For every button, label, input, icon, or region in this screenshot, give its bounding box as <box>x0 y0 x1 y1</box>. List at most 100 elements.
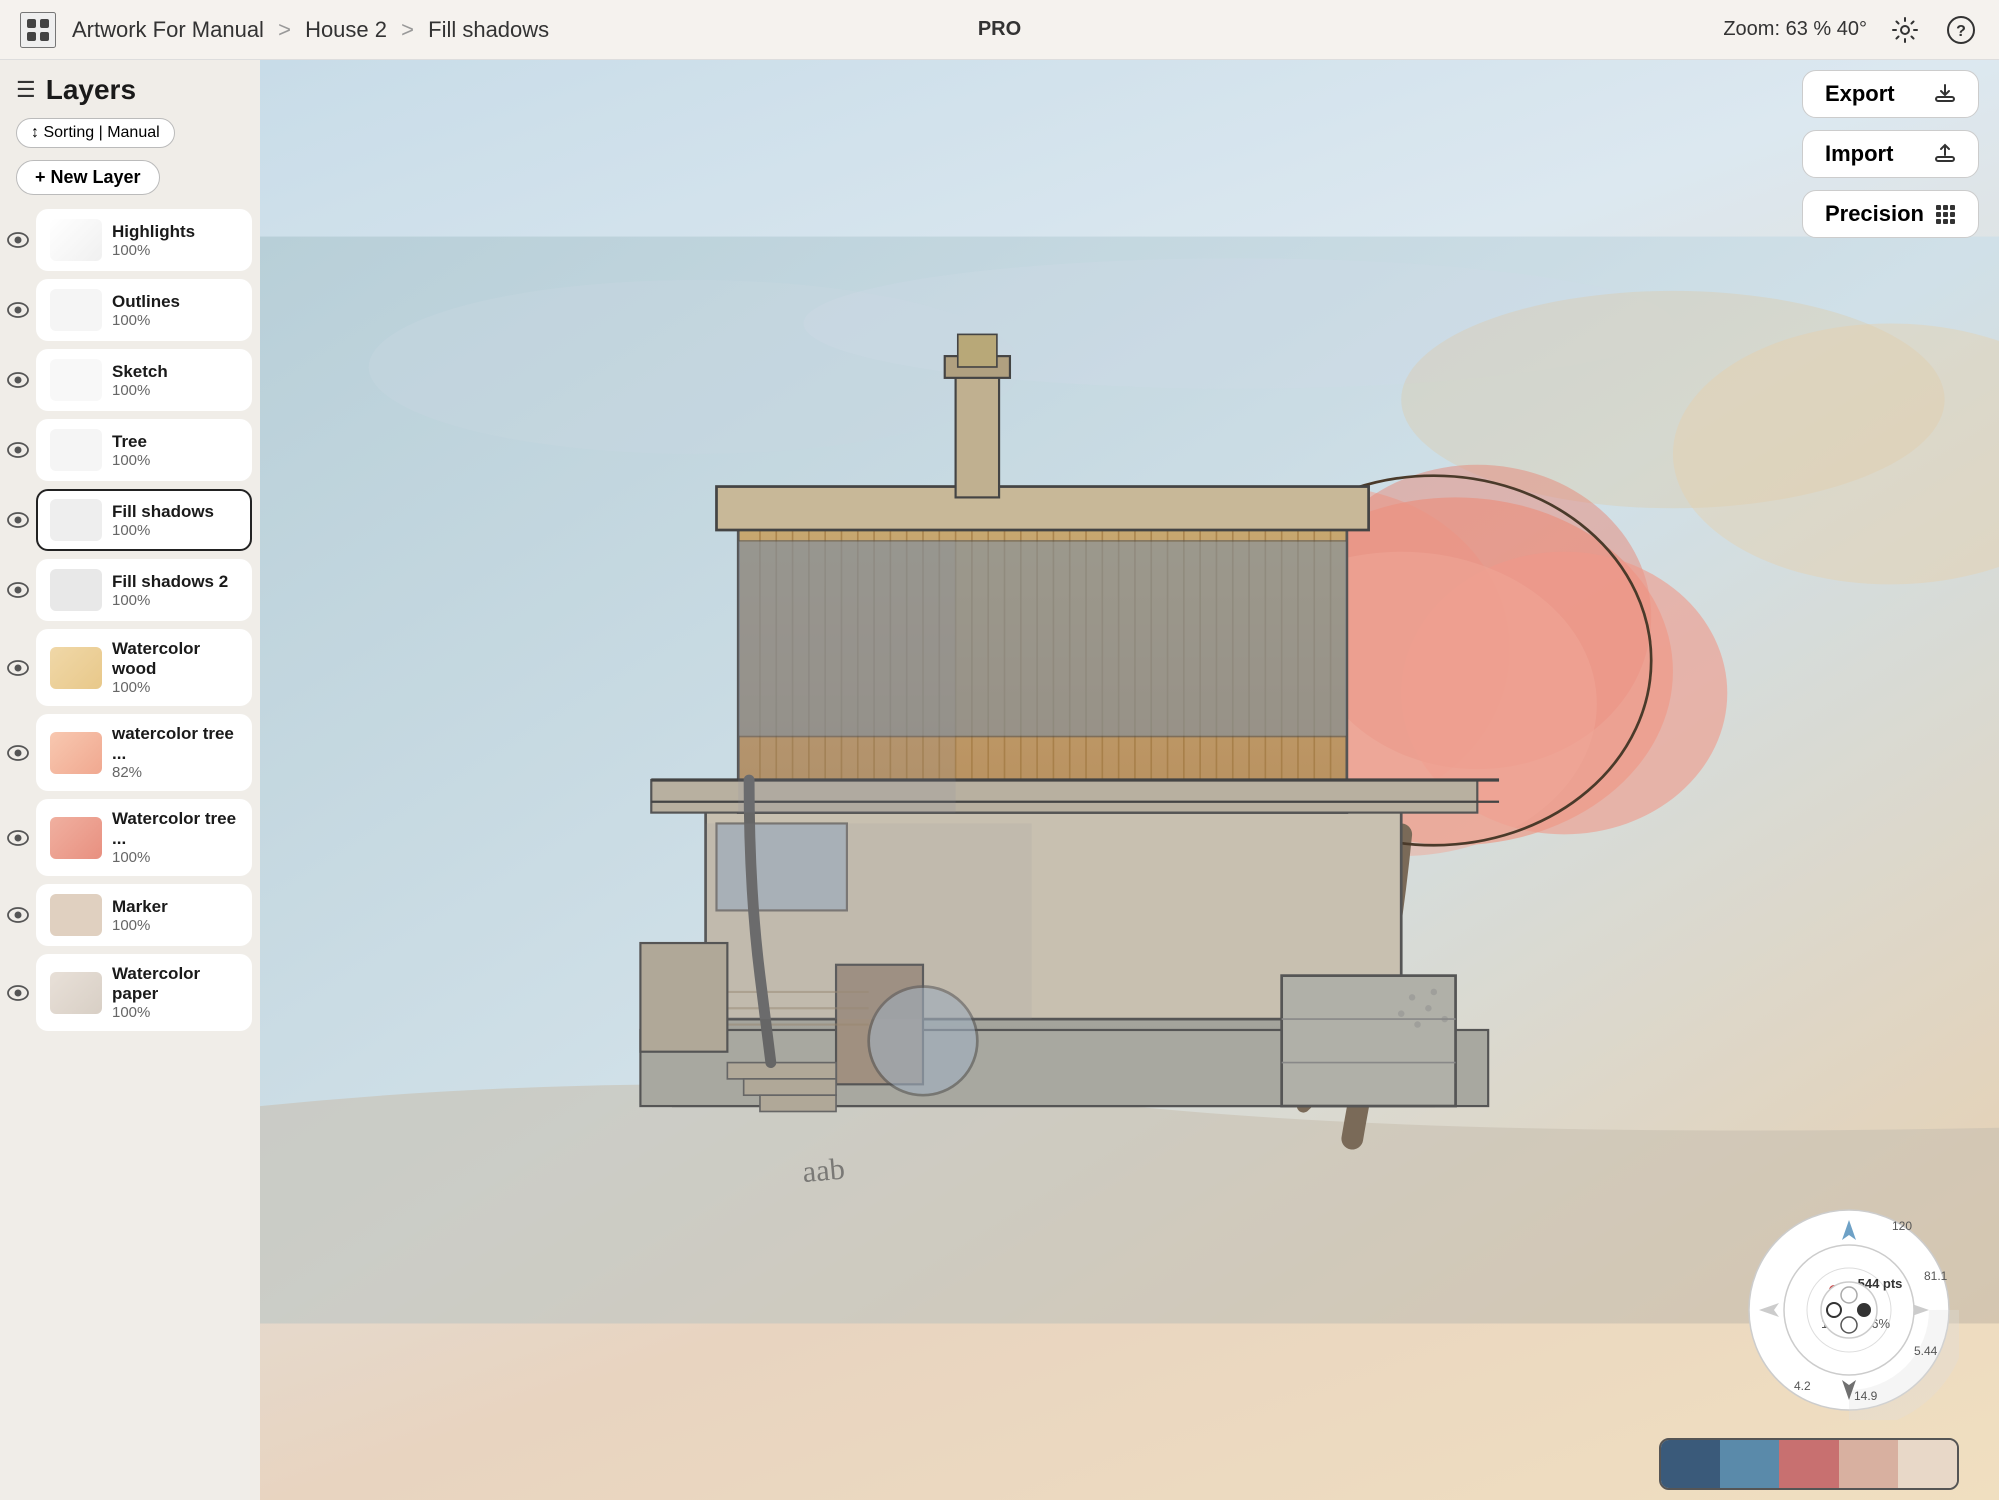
layer-thumb-outlines <box>50 289 102 331</box>
layer-info-watercolortree1: watercolor tree ...82% <box>112 724 238 781</box>
layer-name-sketch: Sketch <box>112 362 238 382</box>
layer-name-outlines: Outlines <box>112 292 238 312</box>
layer-eye-watercolortree2[interactable] <box>0 830 36 846</box>
layer-name-watercolorwood: Watercolor wood <box>112 639 238 679</box>
layer-eye-tree[interactable] <box>0 442 36 458</box>
layer-card-highlights[interactable]: Highlights100% <box>36 209 252 271</box>
layer-eye-watercolorwood[interactable] <box>0 660 36 676</box>
import-button[interactable]: Import <box>1802 130 1979 178</box>
color-swatch-3[interactable] <box>1779 1440 1838 1488</box>
layer-eye-marker[interactable] <box>0 907 36 923</box>
layer-eye-outlines[interactable] <box>0 302 36 318</box>
layer-info-fillshadows2: Fill shadows 2100% <box>112 572 238 609</box>
layer-eye-fillshadows[interactable] <box>0 512 36 528</box>
layer-eye-highlights[interactable] <box>0 232 36 248</box>
layer-thumb-highlights <box>50 219 102 261</box>
layer-eye-watercolortree1[interactable] <box>0 745 36 761</box>
sorting-bar: ↕ Sorting | Manual <box>0 114 260 156</box>
color-swatch-5[interactable] <box>1898 1440 1957 1488</box>
layers-title: Layers <box>46 74 136 106</box>
layer-opacity-fillshadows: 100% <box>112 522 238 539</box>
layer-row-sketch: Sketch100% <box>0 345 260 415</box>
breadcrumb-fill[interactable]: Fill shadows <box>428 17 549 42</box>
layer-eye-watercolorpaper[interactable] <box>0 985 36 1001</box>
precision-wheel[interactable]: 120 81.1 5.44 14.9 4.2 .544 pts 100 <box>1739 1200 1959 1420</box>
layer-name-highlights: Highlights <box>112 222 238 242</box>
layer-thumb-watercolorwood <box>50 647 102 689</box>
canvas-area[interactable]: aab <box>260 60 1999 1500</box>
layer-thumb-tree <box>50 429 102 471</box>
layer-card-outlines[interactable]: Outlines100% <box>36 279 252 341</box>
header-right: Zoom: 63 % 40° ? <box>1723 12 1979 48</box>
layer-card-tree[interactable]: Tree100% <box>36 419 252 481</box>
layer-row-watercolorwood: Watercolor wood100% <box>0 625 260 710</box>
layer-eye-fillshadows2[interactable] <box>0 582 36 598</box>
settings-button[interactable] <box>1887 12 1923 48</box>
svg-text:?: ? <box>1956 23 1966 40</box>
breadcrumb-house[interactable]: House 2 <box>305 17 387 42</box>
svg-text:14.9: 14.9 <box>1854 1389 1878 1403</box>
layer-card-sketch[interactable]: Sketch100% <box>36 349 252 411</box>
layer-card-fillshadows2[interactable]: Fill shadows 2100% <box>36 559 252 621</box>
svg-text:4.2: 4.2 <box>1794 1379 1811 1393</box>
grid-menu-button[interactable] <box>20 12 56 48</box>
breadcrumb: Artwork For Manual > House 2 > Fill shad… <box>72 17 1723 43</box>
layer-name-watercolortree2: Watercolor tree ... <box>112 809 238 849</box>
svg-text:5.44: 5.44 <box>1914 1344 1938 1358</box>
layer-info-watercolortree2: Watercolor tree ...100% <box>112 809 238 866</box>
layer-opacity-watercolortree2: 100% <box>112 849 238 866</box>
layer-opacity-watercolortree1: 82% <box>112 764 238 781</box>
layer-thumb-watercolortree1 <box>50 732 102 774</box>
new-layer-button[interactable]: + New Layer <box>16 160 160 195</box>
breadcrumb-art[interactable]: Artwork For Manual <box>72 17 264 42</box>
layer-thumb-fillshadows2 <box>50 569 102 611</box>
svg-text:81.1: 81.1 <box>1924 1269 1948 1283</box>
layer-thumb-marker <box>50 894 102 936</box>
layer-card-marker[interactable]: Marker100% <box>36 884 252 946</box>
layer-card-watercolorwood[interactable]: Watercolor wood100% <box>36 629 252 706</box>
layer-opacity-watercolorpaper: 100% <box>112 1004 238 1021</box>
color-swatch-1[interactable] <box>1661 1440 1720 1488</box>
zoom-display: Zoom: 63 % 40° <box>1723 18 1867 41</box>
layers-list: Highlights100%Outlines100%Sketch100%Tree… <box>0 205 260 1500</box>
layer-info-sketch: Sketch100% <box>112 362 238 399</box>
sorting-button[interactable]: ↕ Sorting | Manual <box>16 118 175 148</box>
layer-row-tree: Tree100% <box>0 415 260 485</box>
layer-card-watercolortree2[interactable]: Watercolor tree ...100% <box>36 799 252 876</box>
color-swatch-4[interactable] <box>1839 1440 1898 1488</box>
export-button[interactable]: Export <box>1802 70 1979 118</box>
sidebar-header: ☰ Layers <box>0 60 260 114</box>
breadcrumb-sep1: > <box>278 17 291 42</box>
header: Artwork For Manual > House 2 > Fill shad… <box>0 0 1999 60</box>
layer-opacity-sketch: 100% <box>112 382 238 399</box>
layer-info-watercolorwood: Watercolor wood100% <box>112 639 238 696</box>
layer-card-fillshadows[interactable]: Fill shadows100% <box>36 489 252 551</box>
layer-thumb-watercolorpaper <box>50 972 102 1014</box>
layers-sidebar: ☰ Layers ↕ Sorting | Manual + New Layer … <box>0 60 260 1500</box>
layer-eye-sketch[interactable] <box>0 372 36 388</box>
layer-row-highlights: Highlights100% <box>0 205 260 275</box>
hamburger-button[interactable]: ☰ <box>16 77 36 103</box>
layer-opacity-watercolorwood: 100% <box>112 679 238 696</box>
color-palette[interactable] <box>1659 1438 1959 1490</box>
layer-card-watercolortree1[interactable]: watercolor tree ...82% <box>36 714 252 791</box>
top-right-panel: Export Import Precision <box>1802 70 1979 238</box>
layer-info-tree: Tree100% <box>112 432 238 469</box>
layer-opacity-outlines: 100% <box>112 312 238 329</box>
color-swatch-2[interactable] <box>1720 1440 1779 1488</box>
layer-name-tree: Tree <box>112 432 238 452</box>
layer-thumb-sketch <box>50 359 102 401</box>
layer-row-fillshadows: Fill shadows100% <box>0 485 260 555</box>
layer-card-watercolorpaper[interactable]: Watercolor paper100% <box>36 954 252 1031</box>
layer-opacity-marker: 100% <box>112 917 238 934</box>
layer-row-marker: Marker100% <box>0 880 260 950</box>
layer-thumb-watercolortree2 <box>50 817 102 859</box>
layer-name-watercolorpaper: Watercolor paper <box>112 964 238 1004</box>
layer-row-watercolortree1: watercolor tree ...82% <box>0 710 260 795</box>
layer-opacity-tree: 100% <box>112 452 238 469</box>
layer-row-outlines: Outlines100% <box>0 275 260 345</box>
help-button[interactable]: ? <box>1943 12 1979 48</box>
precision-button[interactable]: Precision <box>1802 190 1979 238</box>
layer-opacity-highlights: 100% <box>112 242 238 259</box>
layer-row-watercolortree2: Watercolor tree ...100% <box>0 795 260 880</box>
